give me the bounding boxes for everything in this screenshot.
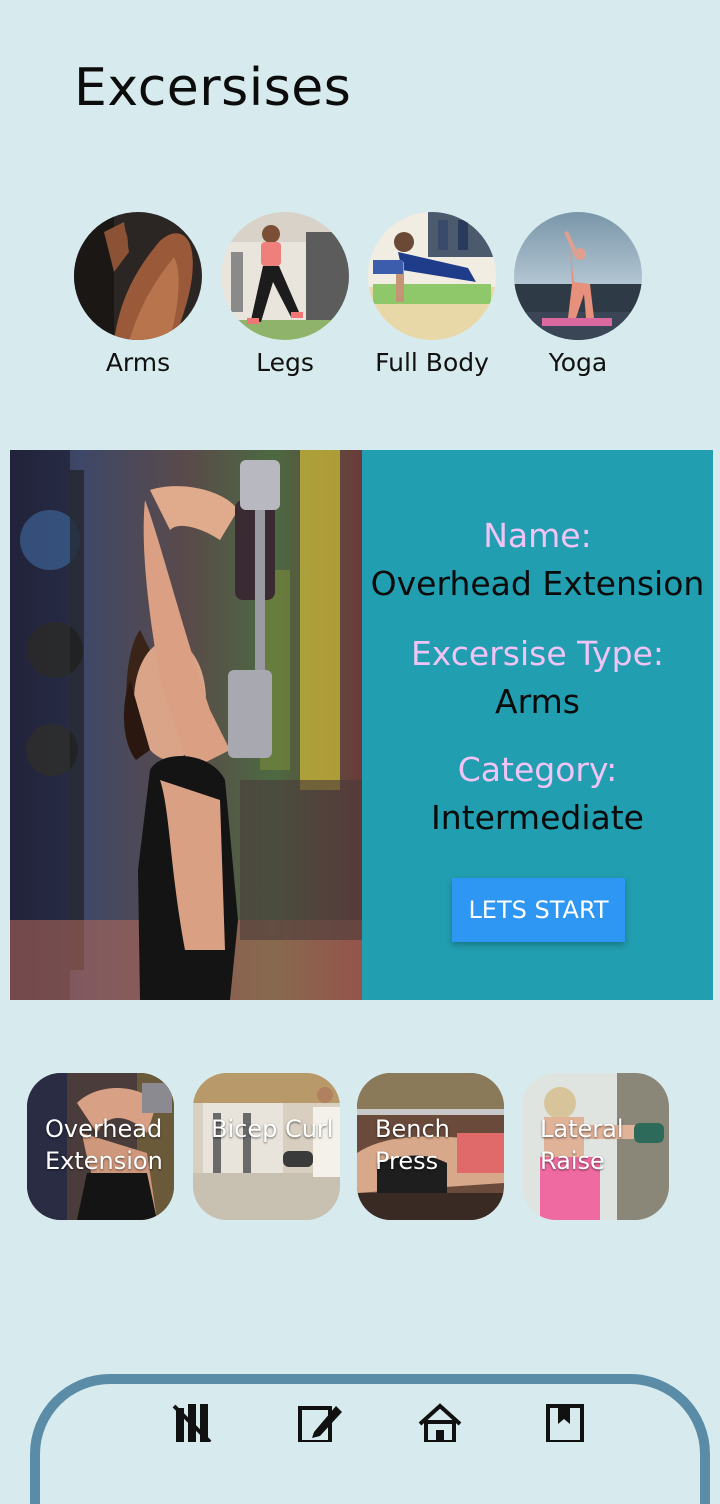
name-label: Name:: [483, 516, 592, 555]
exercise-tile-label: Bench Press: [375, 1115, 450, 1175]
exercise-tile-bench-press[interactable]: Bench Press: [357, 1073, 504, 1220]
category-full-body[interactable]: Full Body: [358, 212, 506, 377]
page-title: Excersises: [74, 58, 352, 118]
home-icon[interactable]: [416, 1402, 464, 1444]
category-label: Yoga: [548, 348, 608, 377]
fitness-icon[interactable]: [172, 1402, 220, 1444]
arms-photo: [74, 212, 202, 340]
featured-exercise-card: Name: Overhead Extension Excersise Type:…: [10, 450, 713, 1000]
exercise-tile-label: Lateral Raise: [540, 1115, 624, 1175]
category-label: Full Body: [375, 348, 489, 377]
category-legs[interactable]: Legs: [211, 212, 359, 377]
exercise-tile-bicep-curl[interactable]: Bicep Curl: [193, 1073, 340, 1220]
category-list: Arms Legs Full Body Yoga: [0, 212, 720, 382]
exercise-type-label: Excersise Type:: [410, 634, 665, 673]
exercise-name: Overhead Extension: [370, 564, 705, 603]
exercise-tile-overhead-extension[interactable]: Overhead Extension: [27, 1073, 174, 1220]
category-yoga[interactable]: Yoga: [504, 212, 652, 377]
yoga-photo: [514, 212, 642, 340]
lets-start-button[interactable]: LETS START: [452, 878, 625, 942]
legs-photo: [221, 212, 349, 340]
exercise-info-panel: Name: Overhead Extension Excersise Type:…: [362, 450, 713, 1000]
category-label: Arms: [105, 348, 171, 377]
exercise-category: Intermediate: [431, 798, 644, 837]
exercise-tile-label: Bicep Curl: [211, 1115, 334, 1143]
bookmark-icon[interactable]: [542, 1402, 590, 1444]
category-label: Legs: [256, 348, 314, 377]
edit-icon[interactable]: [296, 1402, 344, 1444]
exercise-type: Arms: [495, 682, 580, 721]
overhead-extension-photo: [10, 450, 362, 1000]
category-label: Category:: [457, 750, 618, 789]
exercise-tile-lateral-raise[interactable]: Lateral Raise: [522, 1073, 669, 1220]
bicep-curl-photo: [193, 1073, 340, 1220]
full-body-photo: [368, 212, 496, 340]
exercise-list: Overhead Extension Bicep Curl Bench Pres…: [0, 1073, 720, 1221]
exercise-tile-label: Overhead Extension: [45, 1115, 163, 1175]
bottom-navigation: [30, 1374, 710, 1504]
category-arms[interactable]: Arms: [64, 212, 212, 377]
